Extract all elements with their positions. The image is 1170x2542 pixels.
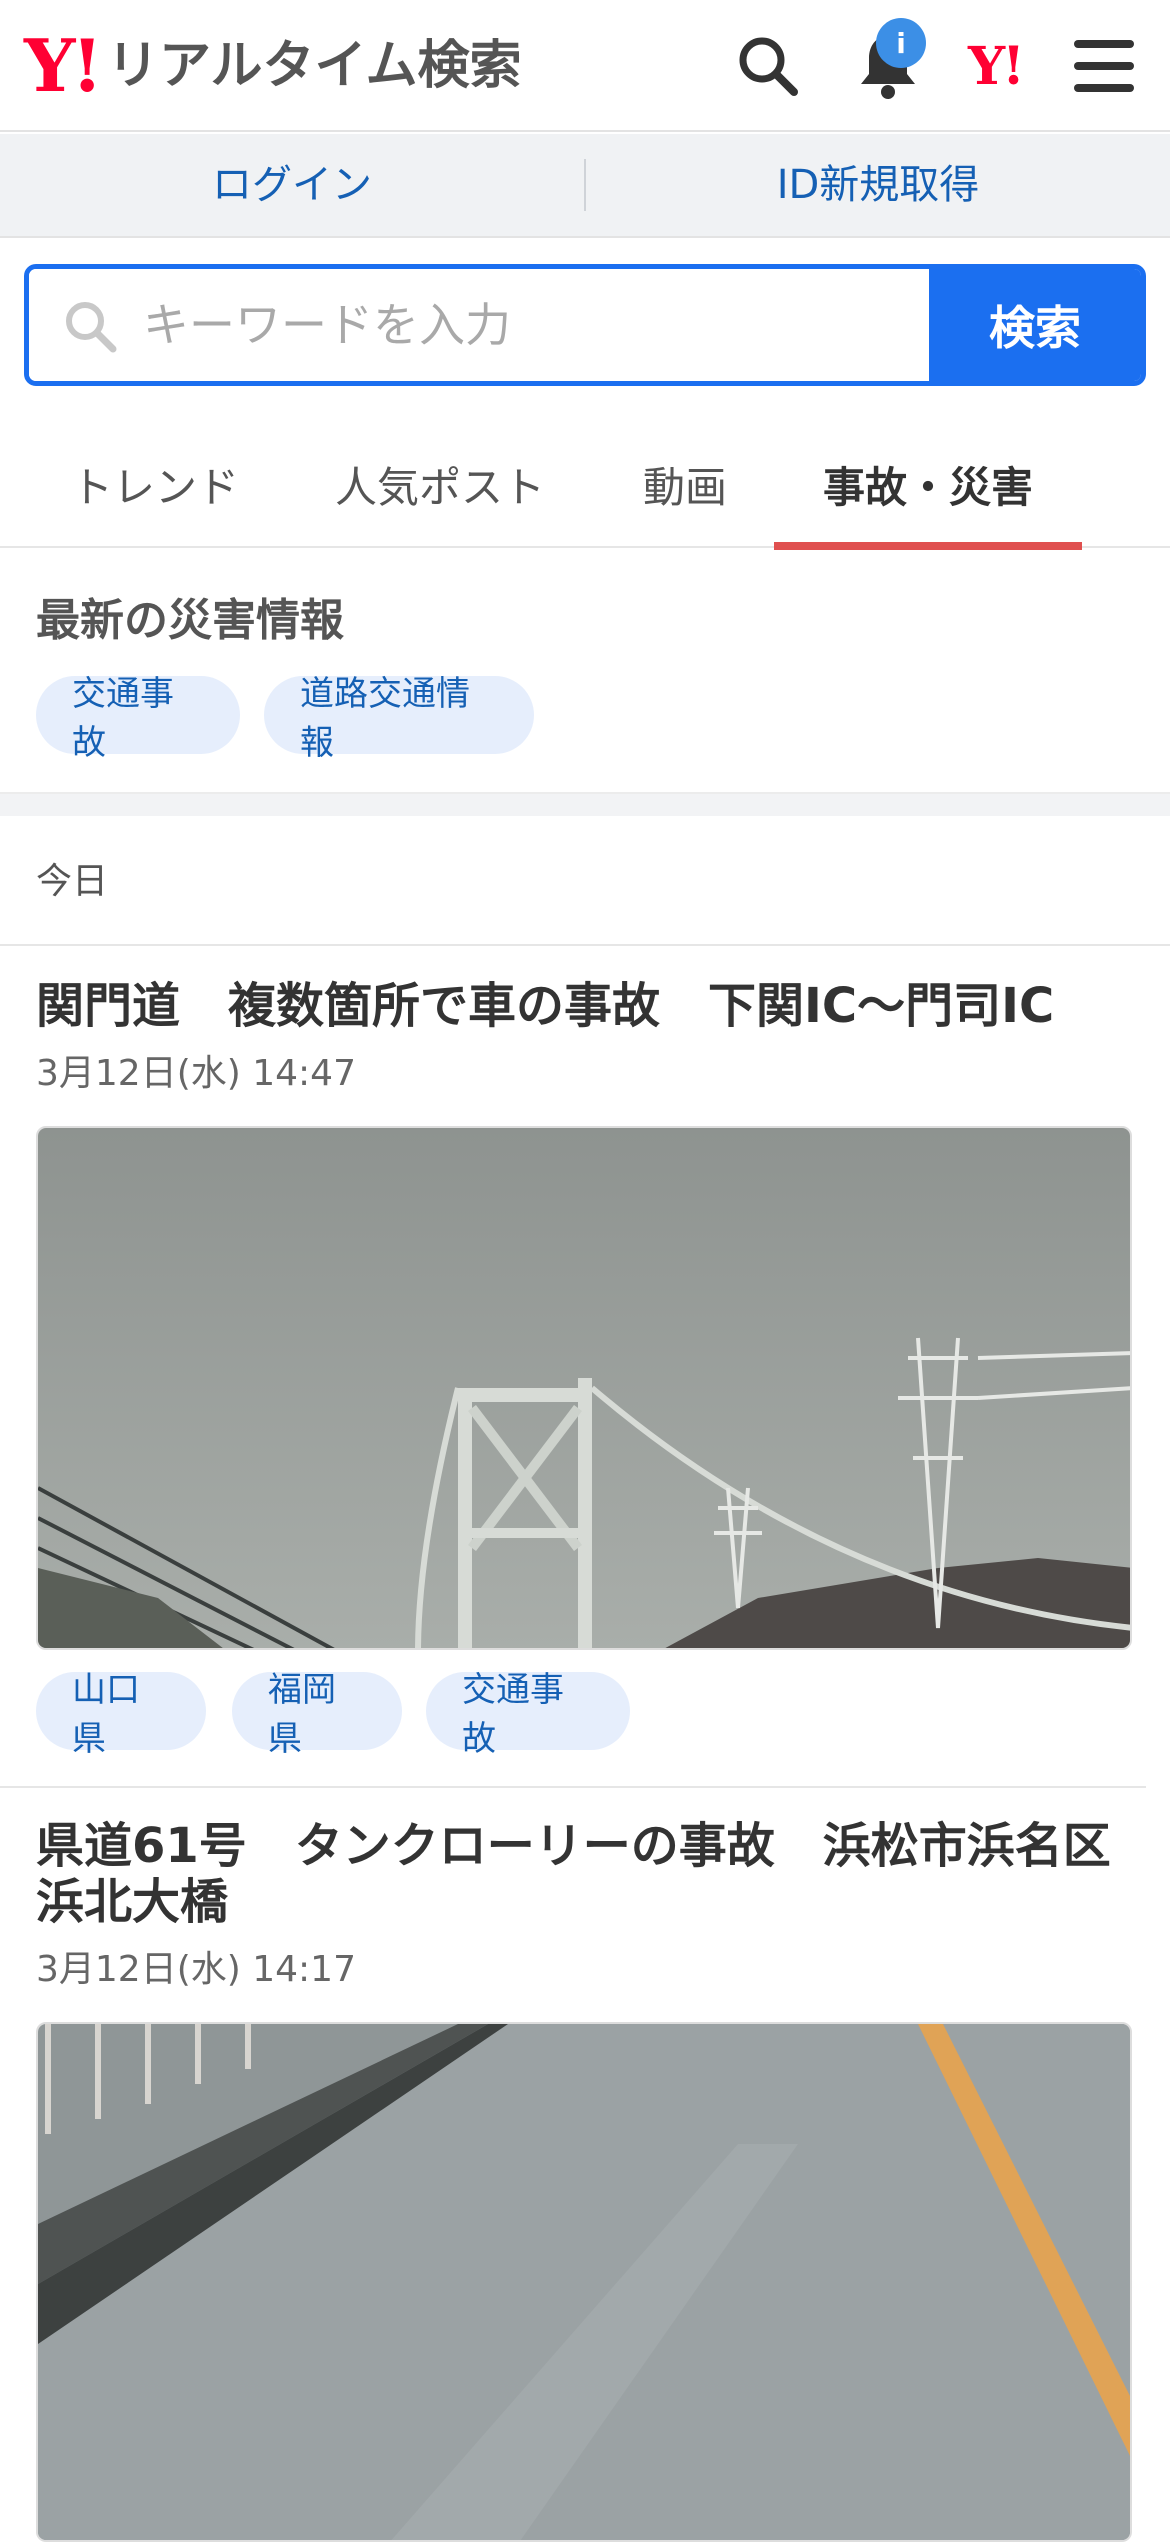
tag-yamaguchi[interactable]: 山口県 xyxy=(36,1670,206,1759)
tab-trend[interactable]: トレンド xyxy=(36,420,274,548)
tab-accidents-disasters[interactable]: 事故・災害 xyxy=(774,420,1082,550)
search-button[interactable]: 検索 xyxy=(929,269,1141,381)
chip-traffic-accident[interactable]: 交通事故 xyxy=(36,674,240,763)
date-heading: 今日 xyxy=(36,861,109,902)
category-tabs: トレンド 人気ポスト 動画 事故・災害 xyxy=(0,420,1170,550)
yahoo-realtime-logo[interactable]: Y! リアルタイム検索 xyxy=(24,30,521,102)
section-separator xyxy=(0,792,1170,816)
notification-badge: i xyxy=(876,18,926,68)
search-form: 検索 xyxy=(24,264,1146,386)
divider xyxy=(0,1786,1146,1788)
article-date: 3月12日(水) 14:47 xyxy=(36,1053,356,1094)
tab-popular-posts[interactable]: 人気ポスト xyxy=(310,420,570,548)
menu-icon[interactable] xyxy=(1064,26,1144,106)
tag-traffic-accident[interactable]: 交通事故 xyxy=(426,1670,630,1759)
search-field xyxy=(29,269,929,381)
section-title: 最新の災害情報 xyxy=(36,595,344,646)
search-field-icon xyxy=(66,302,117,353)
article-title[interactable]: 関門道 複数箇所で車の事故 下関IC～門司IC xyxy=(36,978,1136,1034)
logo-mark: Y! xyxy=(24,23,103,108)
login-link[interactable]: ログイン xyxy=(0,133,584,237)
account-bar: ログイン ID新規取得 xyxy=(0,134,1170,238)
article-image[interactable] xyxy=(36,1126,1132,1650)
divider xyxy=(0,944,1170,946)
tag-fukuoka[interactable]: 福岡県 xyxy=(232,1670,402,1759)
logo-text: リアルタイム検索 xyxy=(107,36,522,96)
article-image[interactable] xyxy=(36,2022,1132,2542)
signup-link[interactable]: ID新規取得 xyxy=(586,133,1170,237)
app-header: Y! リアルタイム検索 i Y! xyxy=(0,0,1170,132)
tab-video[interactable]: 動画 xyxy=(610,420,760,548)
search-input[interactable] xyxy=(29,269,929,381)
notification-button[interactable]: i xyxy=(848,18,928,106)
yahoo-japan-link[interactable]: Y! xyxy=(968,36,1025,97)
chip-road-traffic-info[interactable]: 道路交通情報 xyxy=(264,674,534,763)
article-date: 3月12日(水) 14:17 xyxy=(36,1949,356,1990)
article-title[interactable]: 県道61号 タンクローリーの事故 浜松市浜名区浜北大橋 xyxy=(36,1818,1136,1930)
search-icon[interactable] xyxy=(728,26,808,106)
